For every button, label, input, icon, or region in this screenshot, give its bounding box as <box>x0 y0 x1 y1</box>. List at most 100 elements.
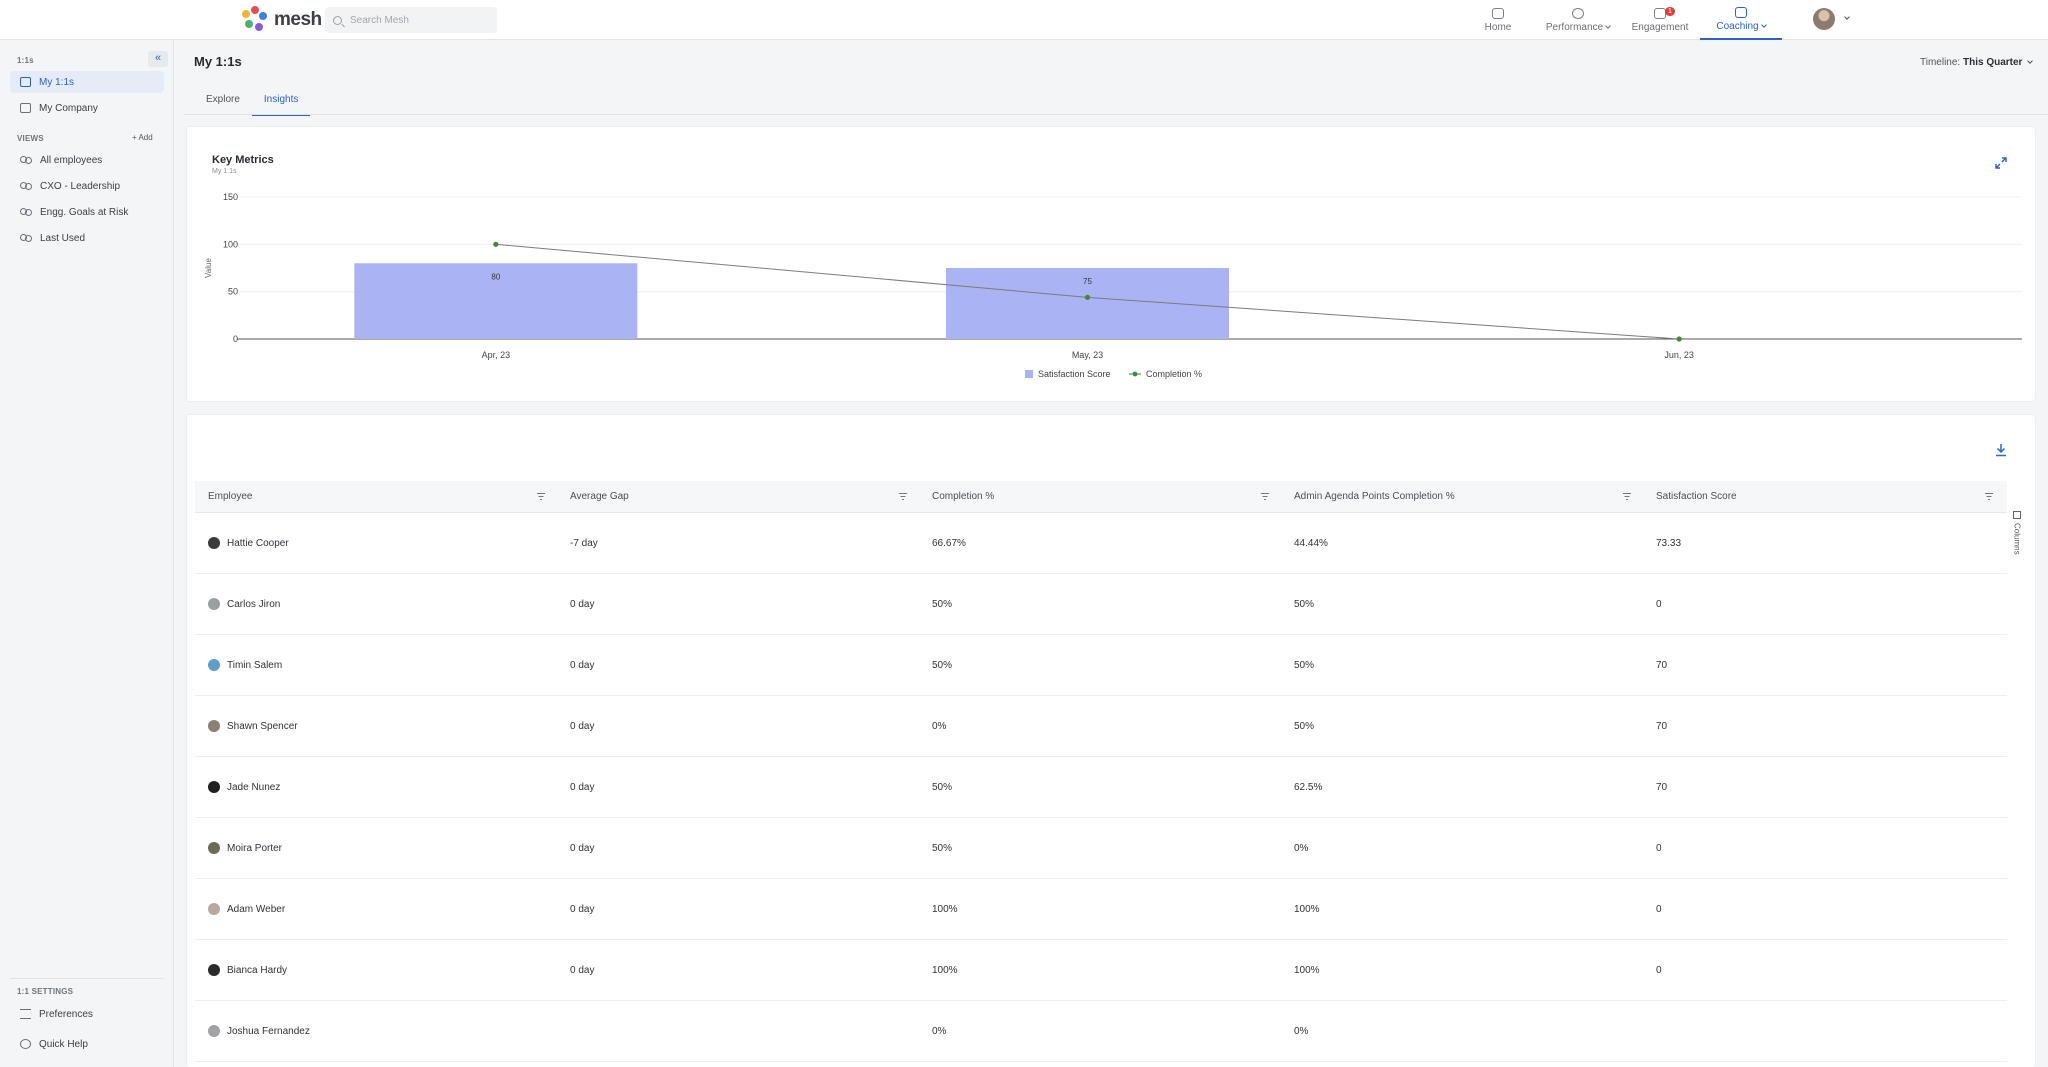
employee-cell-text[interactable]: Shawn Spencer <box>227 721 298 732</box>
admin-completion-cell-text: 62.5% <box>1294 781 1323 793</box>
table-row[interactable]: Hattie Cooper -7 day 66.67% 44.44% 73.33 <box>195 513 2007 574</box>
search-box[interactable] <box>325 7 497 33</box>
timeline-selector[interactable]: Timeline: This Quarter <box>1920 57 2034 68</box>
view-label: Engg. Goals at Risk <box>40 206 129 218</box>
nav-home[interactable]: Home <box>1478 0 1518 40</box>
download-icon[interactable] <box>1995 443 2007 457</box>
collapse-sidebar-button[interactable]: « <box>148 51 168 67</box>
satisfaction-cell: 70 <box>1643 721 2005 732</box>
completion-cell: 0% <box>919 1026 1281 1037</box>
sidebar-item-label: My Company <box>39 102 98 114</box>
legend-swatch-completion-dot <box>1132 371 1138 377</box>
employee-cell-text[interactable]: Hattie Cooper <box>227 538 289 549</box>
table-row[interactable]: Bianca Hardy 0 day 100% 100% 0 <box>195 940 2007 1001</box>
performance-icon <box>1572 7 1584 19</box>
column-header-admin-agenda-completion[interactable]: Admin Agenda Points Completion % <box>1281 481 1643 513</box>
table-row[interactable]: Timin Salem 0 day 50% 50% 70 <box>195 635 2007 696</box>
employee-cell: Adam Weber <box>195 903 557 915</box>
nav-home-label: Home <box>1484 21 1512 33</box>
user-avatar[interactable] <box>1813 8 1835 30</box>
tab-explore[interactable]: Explore <box>194 88 252 116</box>
sidebar-item-label: Preferences <box>39 1008 93 1020</box>
average-gap-cell: 0 day <box>557 782 919 793</box>
admin-completion-cell: 50% <box>1281 599 1643 610</box>
page-title: My 1:1s <box>194 54 242 69</box>
filter-icon[interactable] <box>899 492 907 500</box>
table-row[interactable]: Shawn Spencer 0 day 0% 50% 70 <box>195 696 2007 757</box>
add-view-button[interactable]: + Add <box>132 133 153 142</box>
table-row[interactable]: Moira Porter 0 day 50% 0% 0 <box>195 818 2007 879</box>
chevron-down-icon <box>1760 21 1767 28</box>
employee-cell-text[interactable]: Moira Porter <box>227 843 282 854</box>
table-row[interactable]: Joshua Fernandez 0% 0% <box>195 1001 2007 1062</box>
filter-icon[interactable] <box>537 492 545 500</box>
satisfaction-cell: 0 <box>1643 904 2005 915</box>
employee-cell-text[interactable]: Adam Weber <box>227 904 285 915</box>
admin-completion-cell: 100% <box>1281 904 1643 915</box>
admin-completion-cell-text: 50% <box>1294 659 1315 671</box>
average-gap-cell: 0 day <box>557 721 919 732</box>
employee-avatar <box>208 842 220 854</box>
satisfaction-cell: 0 <box>1643 965 2005 976</box>
tab-insights[interactable]: Insights <box>251 88 311 116</box>
sidebar-item-my-1on1s[interactable]: My 1:1s <box>10 71 164 93</box>
average-gap-cell-text: 0 day <box>570 659 595 671</box>
nav-coaching[interactable]: Coaching <box>1700 0 1782 40</box>
filter-icon[interactable] <box>1261 492 1269 500</box>
sidebar-section-title: 1:1s <box>17 56 34 65</box>
employee-avatar <box>208 1025 220 1037</box>
employee-cell-text[interactable]: Bianca Hardy <box>227 965 287 976</box>
view-last-used[interactable]: Last Used <box>10 227 164 249</box>
sidebar-item-preferences[interactable]: Preferences <box>10 1003 164 1025</box>
filter-icon[interactable] <box>1985 492 1993 500</box>
sidebar-item-my-company[interactable]: My Company <box>10 97 164 119</box>
admin-completion-cell: 44.44% <box>1281 538 1643 549</box>
completion-cell: 50% <box>919 660 1281 671</box>
nav-performance-label: Performance <box>1545 21 1604 33</box>
y-tick-label: 50 <box>228 287 238 297</box>
nav-engagement[interactable]: 1 Engagement <box>1630 0 1690 40</box>
columns-toggle[interactable]: Columns <box>2010 511 2024 571</box>
view-all-employees[interactable]: All employees <box>10 149 164 171</box>
sidebar-item-quick-help[interactable]: Quick Help <box>10 1033 164 1055</box>
column-label: Average Gap <box>570 490 629 502</box>
nav-performance[interactable]: Performance <box>1540 0 1616 40</box>
employee-cell-text[interactable]: Joshua Fernandez <box>227 1026 310 1037</box>
settings-section-title: 1:1 SETTINGS <box>17 987 74 996</box>
employee-cell: Hattie Cooper <box>195 537 557 549</box>
expand-icon[interactable] <box>1995 157 2007 169</box>
sidebar-divider <box>10 978 164 979</box>
view-cxo-leadership[interactable]: CXO - Leadership <box>10 175 164 197</box>
tab-bar: Explore Insights <box>194 88 311 116</box>
column-header-average-gap[interactable]: Average Gap <box>557 481 919 513</box>
filter-icon[interactable] <box>1623 492 1631 500</box>
completion-cell: 50% <box>919 599 1281 610</box>
admin-completion-cell: 0% <box>1281 843 1643 854</box>
legend-label-satisfaction: Satisfaction Score <box>1038 369 1111 379</box>
column-header-satisfaction-score[interactable]: Satisfaction Score <box>1643 481 2005 513</box>
mesh-logo[interactable]: mesh <box>240 6 322 34</box>
user-menu-chevron-icon[interactable] <box>1844 14 1850 20</box>
legend-swatch-satisfaction <box>1025 370 1033 378</box>
view-engg-goals-at-risk[interactable]: Engg. Goals at Risk <box>10 201 164 223</box>
employee-avatar <box>208 720 220 732</box>
search-input[interactable] <box>350 14 480 26</box>
table-row[interactable]: Adam Weber 0 day 100% 100% 0 <box>195 879 2007 940</box>
employee-cell-text[interactable]: Jade Nunez <box>227 782 280 793</box>
insights-table-card: Employee Average Gap Completion % Admin … <box>186 414 2036 1067</box>
column-header-employee[interactable]: Employee <box>195 481 557 513</box>
table-row[interactable]: Carlos Jiron 0 day 50% 50% 0 <box>195 574 2007 635</box>
employee-avatar <box>208 598 220 610</box>
employee-cell-text[interactable]: Carlos Jiron <box>227 599 280 610</box>
people-icon <box>20 181 32 191</box>
average-gap-cell-text: 0 day <box>570 903 595 915</box>
employee-cell-text[interactable]: Timin Salem <box>227 660 282 671</box>
column-header-completion[interactable]: Completion % <box>919 481 1281 513</box>
table-row[interactable]: Jade Nunez 0 day 50% 62.5% 70 <box>195 757 2007 818</box>
views-section-title: VIEWS <box>17 134 44 143</box>
y-tick-label: 150 <box>223 192 238 202</box>
completion-cell-text: 50% <box>932 842 953 854</box>
satisfaction-cell: 70 <box>1643 660 2005 671</box>
key-metrics-card: 0 50 100 150 Value 80 75 Apr, 23 May, 23 Jun, 23 S… <box>186 126 2036 402</box>
average-gap-cell-text: 0 day <box>570 842 595 854</box>
